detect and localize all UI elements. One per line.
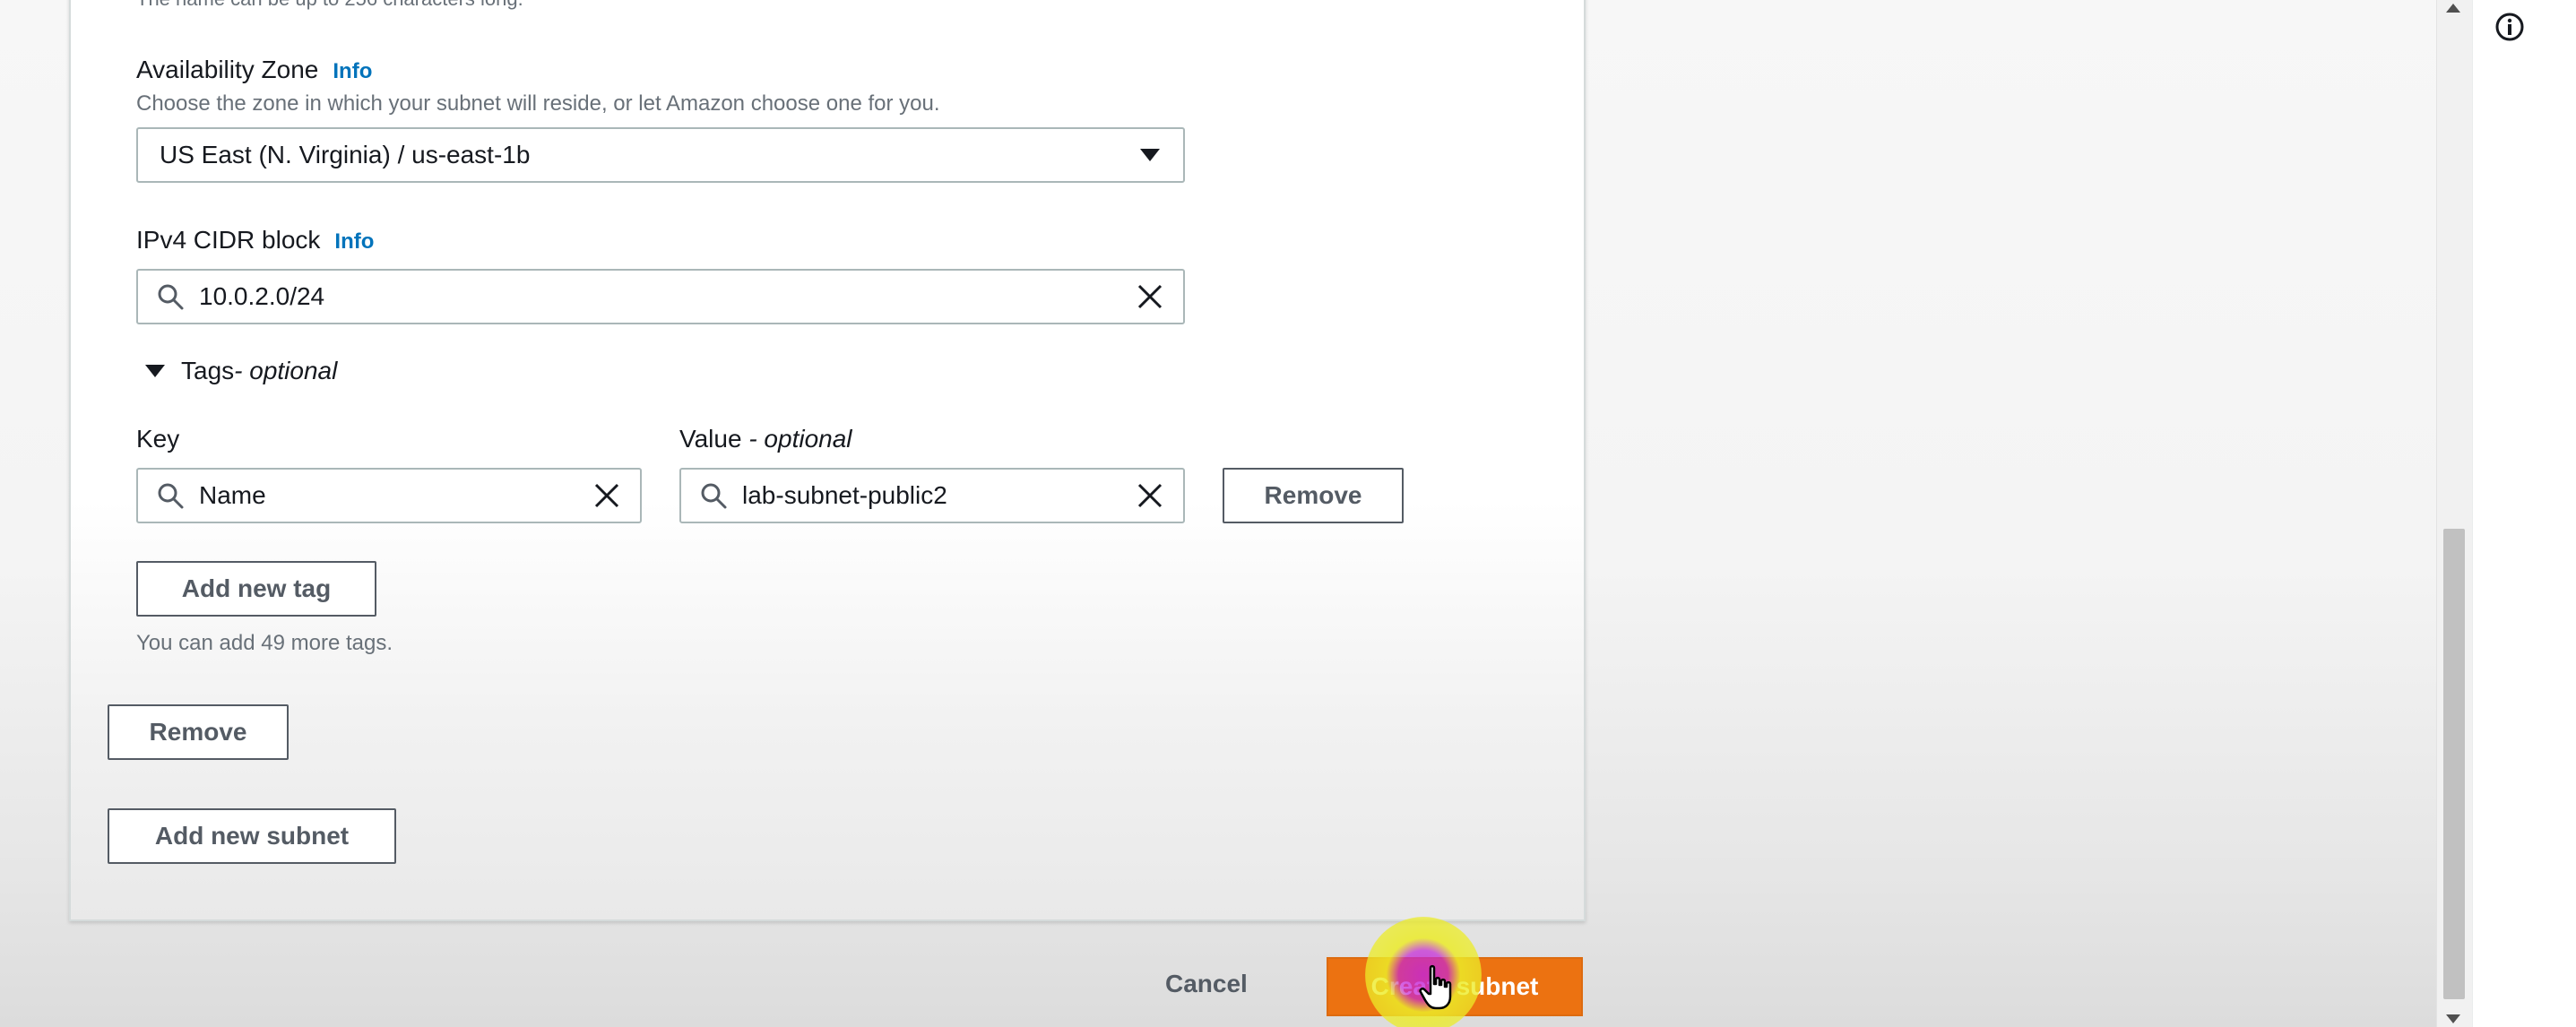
tag-key-value: Name <box>199 481 266 509</box>
add-new-tag-button[interactable]: Add new tag <box>136 561 376 617</box>
scroll-up-arrow-icon[interactable] <box>2446 4 2460 13</box>
caret-down-icon <box>1140 149 1160 161</box>
tags-expand-toggle[interactable]: Tags - optional <box>145 357 337 385</box>
clear-icon[interactable] <box>1135 281 1165 312</box>
scroll-down-arrow-icon[interactable] <box>2446 1014 2460 1023</box>
ipv4-cidr-label-text: IPv4 CIDR block <box>136 226 321 254</box>
availability-zone-info-link[interactable]: Info <box>333 59 372 83</box>
tag-value-label-text: Value <box>679 425 742 453</box>
tags-toggle-label: Tags <box>181 357 235 384</box>
ipv4-cidr-info-link[interactable]: Info <box>334 229 374 254</box>
add-new-subnet-button[interactable]: Add new subnet <box>108 808 396 864</box>
ipv4-cidr-value: 10.0.2.0/24 <box>199 282 325 310</box>
availability-zone-select[interactable]: US East (N. Virginia) / us-east-1b <box>136 127 1185 183</box>
clear-icon[interactable] <box>592 480 622 511</box>
clear-icon[interactable] <box>1135 480 1165 511</box>
availability-zone-selected-value: US East (N. Virginia) / us-east-1b <box>160 141 531 168</box>
remove-subnet-button[interactable]: Remove <box>108 704 289 760</box>
caret-down-icon <box>145 365 165 377</box>
tag-value-label-optional: - optional <box>741 425 852 453</box>
availability-zone-label-text: Availability Zone <box>136 56 319 83</box>
scrollbar-thumb[interactable] <box>2443 529 2465 999</box>
tags-remaining-hint: You can add 49 more tags. <box>136 631 393 655</box>
search-icon <box>158 483 184 509</box>
remove-tag-button[interactable]: Remove <box>1223 468 1404 523</box>
tags-toggle-optional: - optional <box>234 357 338 384</box>
name-hint: The name can be up to 256 characters lon… <box>136 0 523 11</box>
info-icon[interactable] <box>2494 11 2526 43</box>
help-panel <box>2472 0 2576 1027</box>
tag-key-label: Key <box>136 425 180 453</box>
hand-pointer-icon <box>1419 964 1452 1010</box>
search-icon <box>158 284 184 310</box>
availability-zone-label: Availability Zone Info <box>136 56 372 84</box>
ipv4-cidr-label: IPv4 CIDR block Info <box>136 226 374 255</box>
ipv4-cidr-input[interactable]: 10.0.2.0/24 <box>136 269 1185 324</box>
tag-key-input[interactable]: Name <box>136 468 642 523</box>
availability-zone-description: Choose the zone in which your subnet wil… <box>136 91 940 116</box>
tag-value-label: Value - optional <box>679 425 852 453</box>
cancel-button[interactable]: Cancel <box>1165 970 1248 998</box>
tag-value-value: lab-subnet-public2 <box>742 481 947 509</box>
tag-value-input[interactable]: lab-subnet-public2 <box>679 468 1185 523</box>
search-icon <box>701 483 727 509</box>
